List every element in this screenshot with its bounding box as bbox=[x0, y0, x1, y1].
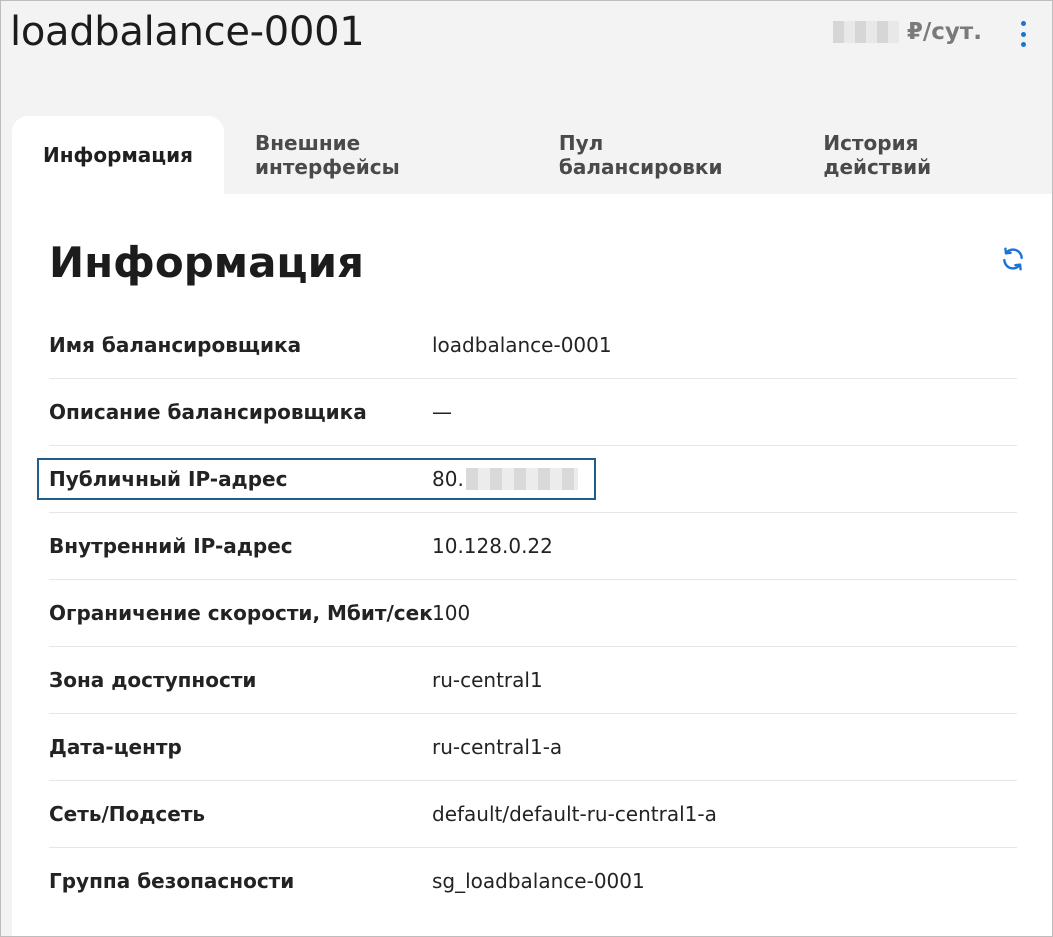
page-header: loadbalance-0001 ₽/сут. bbox=[1, 1, 1052, 116]
panel-title: Информация bbox=[49, 238, 364, 287]
page-title: loadbalance-0001 bbox=[10, 9, 365, 55]
row-value: ru-central1-a bbox=[432, 735, 563, 759]
row-label: Внутренний IP-адрес bbox=[49, 534, 293, 558]
row-label: Ограничение скорости, Мбит/сек bbox=[49, 601, 433, 625]
row-value: loadbalance-0001 bbox=[432, 333, 612, 357]
tab-information[interactable]: Информация bbox=[12, 116, 224, 194]
tab-bar: Информация Внешние интерфейсы Пул баланс… bbox=[12, 116, 1052, 194]
row-value: ru-central1 bbox=[432, 668, 543, 692]
row-label: Описание балансировщика bbox=[49, 400, 367, 424]
info-row-datacenter: Дата-центр ru-central1-a bbox=[49, 714, 1017, 781]
price-suffix: ₽/сут. bbox=[906, 19, 982, 45]
row-value: sg_loadbalance-0001 bbox=[432, 869, 645, 893]
row-label: Зона доступности bbox=[49, 668, 257, 692]
tab-balancing-pool[interactable]: Пул балансировки bbox=[528, 116, 792, 194]
price-per-day: ₽/сут. bbox=[832, 19, 982, 45]
info-row-speed-limit: Ограничение скорости, Мбит/сек 100 bbox=[49, 580, 1017, 647]
info-row-description: Описание балансировщика — bbox=[49, 379, 1017, 446]
blurred-ip bbox=[465, 468, 578, 490]
info-row-name: Имя балансировщика loadbalance-0001 bbox=[49, 312, 1017, 379]
row-label: Сеть/Подсеть bbox=[49, 802, 206, 826]
public-ip-prefix: 80. bbox=[432, 467, 464, 491]
info-panel: Информация Имя балансировщика loadbalanc… bbox=[12, 194, 1052, 936]
row-label: Группа безопасности bbox=[49, 869, 295, 893]
tab-external-interfaces[interactable]: Внешние интерфейсы bbox=[224, 116, 528, 194]
row-label: Дата-центр bbox=[49, 735, 182, 759]
row-value: 80. bbox=[432, 446, 578, 512]
kebab-menu-icon[interactable] bbox=[1018, 21, 1028, 47]
tab-action-history[interactable]: История действий bbox=[792, 116, 1052, 194]
blurred-price-value bbox=[832, 21, 899, 43]
info-row-security-group: Группа безопасности sg_loadbalance-0001 bbox=[49, 848, 1017, 914]
info-row-availability-zone: Зона доступности ru-central1 bbox=[49, 647, 1017, 714]
row-value: 100 bbox=[432, 601, 471, 625]
row-value: 10.128.0.22 bbox=[432, 534, 553, 558]
info-row-internal-ip: Внутренний IP-адрес 10.128.0.22 bbox=[49, 513, 1017, 580]
info-row-network: Сеть/Подсеть default/default-ru-central1… bbox=[49, 781, 1017, 848]
info-table: Имя балансировщика loadbalance-0001 Опис… bbox=[37, 312, 1017, 914]
row-value: — bbox=[432, 400, 452, 424]
row-value: default/default-ru-central1-a bbox=[432, 802, 717, 826]
row-label: Публичный IP-адрес bbox=[49, 467, 288, 491]
info-row-public-ip: Публичный IP-адрес 80. bbox=[37, 446, 1017, 513]
refresh-icon[interactable] bbox=[1000, 246, 1026, 272]
row-label: Имя балансировщика bbox=[49, 333, 302, 357]
